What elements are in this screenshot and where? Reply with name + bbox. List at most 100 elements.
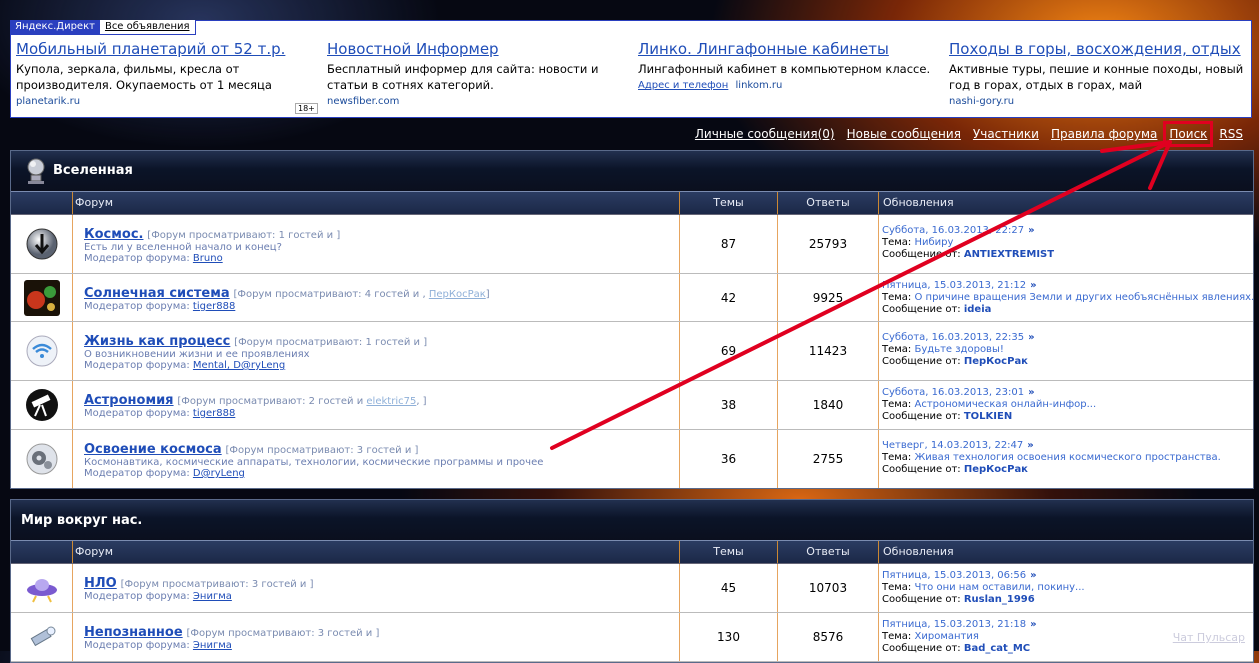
- section-header: Мир вокруг нас.: [11, 500, 1253, 541]
- update-topic-link[interactable]: Астрономическая онлайн-инфор...: [915, 399, 1097, 410]
- topics-count: 36: [680, 430, 778, 488]
- forum-title-link[interactable]: Астрономия: [84, 393, 174, 408]
- viewer-link[interactable]: ПерКосРак: [429, 289, 486, 300]
- posts-count: 11423: [778, 322, 879, 380]
- update-date[interactable]: Суббота, 16.03.2013, 23:01: [882, 387, 1024, 398]
- forum-moderators: Модератор форума: Энигма: [84, 591, 232, 602]
- moderator-link[interactable]: Bruno: [193, 253, 223, 264]
- ad-text: Бесплатный информер для сайта: новости и…: [327, 62, 599, 92]
- moderator-link[interactable]: Энигма: [193, 591, 232, 602]
- forum-row: Непознанное [Форум просматривают: 3 гост…: [11, 613, 1253, 662]
- forum-title-link[interactable]: Жизнь как процесс: [84, 334, 230, 349]
- ad-url[interactable]: newsfiber.com: [327, 96, 627, 107]
- members-link[interactable]: Участники: [973, 127, 1039, 141]
- posts-count: 2755: [778, 430, 879, 488]
- topics-count: 130: [680, 613, 778, 661]
- forum-moderators: Модератор форума: D@ryLeng: [84, 468, 245, 479]
- go-arrow-icon[interactable]: »: [1030, 619, 1036, 630]
- update-date[interactable]: Суббота, 16.03.2013, 22:27: [882, 225, 1024, 236]
- forum-viewers: [Форум просматривают: 1 гостей и ]: [234, 337, 428, 348]
- update-date[interactable]: Пятница, 15.03.2013, 06:56: [882, 570, 1026, 581]
- go-arrow-icon[interactable]: »: [1030, 570, 1036, 581]
- update-user-link[interactable]: ANTIEXTREMIST: [964, 249, 1054, 260]
- go-arrow-icon[interactable]: »: [1027, 440, 1033, 451]
- forum-moderators: Модератор форума: Энигма: [84, 640, 232, 651]
- posts-count: 25793: [778, 215, 879, 273]
- col-updates: Обновления: [883, 545, 954, 558]
- update-topic-link[interactable]: Живая технология освоения космического п…: [915, 452, 1221, 463]
- go-arrow-icon[interactable]: »: [1030, 280, 1036, 291]
- ad-title-link[interactable]: Мобильный планетарий от 52 т.р.: [16, 40, 316, 58]
- update-user-link[interactable]: TOLKIEN: [964, 411, 1012, 422]
- posts-count: 9925: [778, 274, 879, 321]
- update-topic-link[interactable]: Будьте здоровы!: [915, 344, 1004, 355]
- ad-tab-all[interactable]: Все объявления: [99, 20, 196, 35]
- forum-row: Жизнь как процесс [Форум просматривают: …: [11, 322, 1253, 381]
- forum-rules-link[interactable]: Правила форума: [1051, 127, 1157, 141]
- chat-link[interactable]: Чат Пульсар: [1173, 631, 1245, 644]
- update-user-link[interactable]: ideia: [964, 304, 992, 315]
- update-topic-link[interactable]: Что они нам оставили, покину...: [915, 582, 1085, 593]
- ad-url[interactable]: nashi-gory.ru: [949, 96, 1249, 107]
- ad-tab-yandex[interactable]: Яндекс.Директ: [10, 20, 100, 35]
- last-update: Пятница, 15.03.2013, 06:56» Тема: Что он…: [882, 570, 1085, 605]
- forum-moderators: Модератор форума: tiger888: [84, 301, 236, 312]
- forum-viewers: [Форум просматривают: 3 гостей и ]: [186, 628, 380, 639]
- ad-url-row: Адрес и телефон linkom.ru: [638, 80, 938, 91]
- forum-title-link[interactable]: НЛО: [84, 576, 117, 591]
- rss-link[interactable]: RSS: [1219, 127, 1243, 141]
- go-arrow-icon[interactable]: »: [1028, 225, 1034, 236]
- forum-title-link[interactable]: Непознанное: [84, 625, 183, 640]
- wifi-icon: [26, 335, 57, 367]
- update-topic-link[interactable]: Хиромантия: [915, 631, 979, 642]
- viewer-link[interactable]: elektric75: [366, 396, 416, 407]
- search-link[interactable]: Поиск: [1163, 121, 1214, 147]
- new-messages-link[interactable]: Новые сообщения: [847, 127, 961, 141]
- update-user-link[interactable]: Bad_cat_MC: [964, 643, 1030, 654]
- moderator-link[interactable]: D@ryLeng: [193, 468, 245, 479]
- section-header: Вселенная: [11, 151, 1253, 192]
- forum-section-world: Мир вокруг нас. Форум Темы Ответы Обновл…: [10, 499, 1254, 663]
- update-user-link[interactable]: ПерКосРак: [964, 464, 1028, 475]
- forum-viewers: [Форум просматривают: 3 гостей и ]: [120, 579, 314, 590]
- age-badge: 18+: [295, 103, 318, 114]
- ad-title-link[interactable]: Новостной Информер: [327, 40, 627, 58]
- ad-url[interactable]: planetarik.ru: [16, 96, 316, 107]
- moderator-link[interactable]: Mental, D@ryLeng: [193, 360, 285, 371]
- update-user-link[interactable]: ПерКосРак: [964, 356, 1028, 367]
- flashlight-icon: [30, 626, 55, 647]
- forum-row: Космос. [Форум просматривают: 1 гостей и…: [11, 215, 1253, 274]
- go-arrow-icon[interactable]: »: [1028, 332, 1034, 343]
- forum-title-link[interactable]: Освоение космоса: [84, 442, 222, 457]
- forum-moderators: Модератор форума: Bruno: [84, 253, 223, 264]
- go-arrow-icon[interactable]: »: [1028, 387, 1034, 398]
- update-date[interactable]: Четверг, 14.03.2013, 22:47: [882, 440, 1023, 451]
- ad-block: Яндекс.Директ Все объявления Мобильный п…: [10, 20, 1252, 118]
- section-title: Вселенная: [53, 163, 133, 178]
- update-topic-link[interactable]: Нибиру: [915, 237, 954, 248]
- update-date[interactable]: Пятница, 15.03.2013, 21:12: [882, 280, 1026, 291]
- update-date[interactable]: Суббота, 16.03.2013, 22:35: [882, 332, 1024, 343]
- top-nav: Личные сообщения(0) Новые сообщения Учас…: [695, 121, 1243, 147]
- posts-count: 1840: [778, 381, 879, 429]
- update-topic-link[interactable]: О причине вращения Земли и других необъя…: [915, 292, 1254, 303]
- forum-viewers: [Форум просматривают: 1 гостей и ]: [147, 230, 341, 241]
- moderator-link[interactable]: tiger888: [193, 301, 235, 312]
- ad-title-link[interactable]: Походы в горы, восхождения, отдых: [949, 40, 1249, 58]
- forum-row: НЛО [Форум просматривают: 3 гостей и ] М…: [11, 564, 1253, 613]
- moderator-link[interactable]: tiger888: [193, 408, 235, 419]
- update-date[interactable]: Пятница, 15.03.2013, 21:18: [882, 619, 1026, 630]
- ad-contact-link[interactable]: Адрес и телефон: [638, 80, 728, 91]
- moderator-link[interactable]: Энигма: [193, 640, 232, 651]
- forum-title-link[interactable]: Солнечная система: [84, 286, 230, 301]
- ufo-icon: [26, 579, 57, 603]
- forum-title-link[interactable]: Космос.: [84, 227, 143, 242]
- telescope-icon: [25, 389, 58, 421]
- ad-item: Линко. Лингафонные кабинеты Лингафонный …: [638, 40, 938, 91]
- private-messages-link[interactable]: Личные сообщения(0): [695, 127, 835, 141]
- ad-url[interactable]: linkom.ru: [736, 80, 783, 91]
- update-user-link[interactable]: Ruslan_1996: [964, 594, 1035, 605]
- topics-count: 45: [680, 564, 778, 612]
- last-update: Пятница, 15.03.2013, 21:12» Тема: О прич…: [882, 280, 1254, 315]
- ad-title-link[interactable]: Линко. Лингафонные кабинеты: [638, 40, 938, 58]
